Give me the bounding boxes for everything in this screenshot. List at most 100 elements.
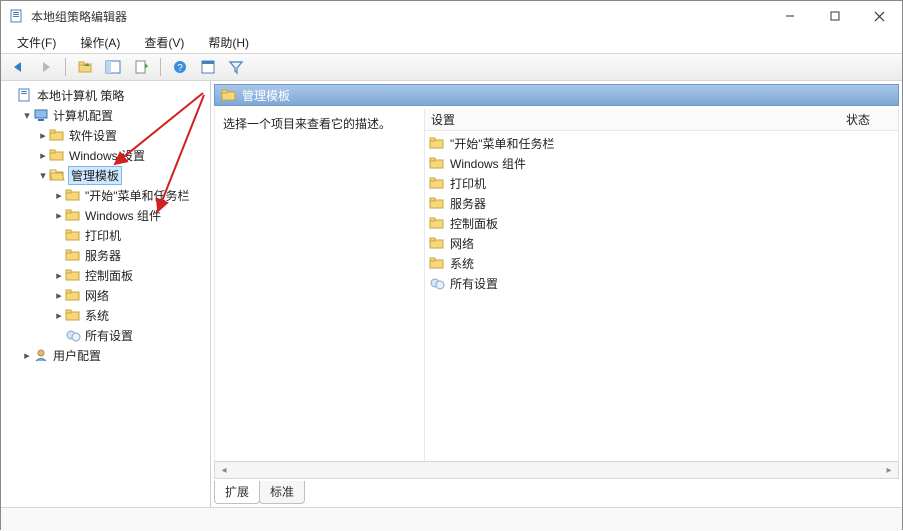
tree-label: 本地计算机 策略 bbox=[37, 87, 124, 104]
tree-windows-settings[interactable]: ▸ Windows 设置 bbox=[1, 145, 210, 165]
description-column: 选择一个项目来查看它的描述。 bbox=[215, 109, 425, 461]
maximize-button[interactable] bbox=[812, 1, 857, 31]
folder-icon bbox=[429, 215, 445, 231]
tree-control-panel[interactable]: ▸ 控制面板 bbox=[1, 265, 210, 285]
list-item-windows-components[interactable]: Windows 组件 bbox=[425, 153, 898, 173]
tree-label: "开始"菜单和任务栏 bbox=[85, 187, 190, 204]
menu-action[interactable]: 操作(A) bbox=[70, 32, 130, 53]
tree-printers[interactable]: 打印机 bbox=[1, 225, 210, 245]
tree-system[interactable]: ▸ 系统 bbox=[1, 305, 210, 325]
folder-icon bbox=[429, 235, 445, 251]
tree-all-settings[interactable]: 所有设置 bbox=[1, 325, 210, 345]
tree-label: 系统 bbox=[85, 307, 109, 324]
folder-icon bbox=[65, 287, 81, 303]
content-pane: 管理模板 选择一个项目来查看它的描述。 设置 状态 "开始"菜单和任务栏 bbox=[211, 81, 902, 507]
settings-icon bbox=[65, 327, 81, 343]
scroll-left-icon[interactable]: ◂ bbox=[217, 463, 231, 477]
chevron-right-icon[interactable]: ▸ bbox=[53, 309, 65, 322]
list-item-label: 打印机 bbox=[450, 175, 486, 192]
tree-user-config[interactable]: ▸ 用户配置 bbox=[1, 345, 210, 365]
tree-label: 网络 bbox=[85, 287, 109, 304]
list-item-label: 所有设置 bbox=[450, 275, 498, 292]
scroll-right-icon[interactable]: ▸ bbox=[882, 463, 896, 477]
tab-extended[interactable]: 扩展 bbox=[214, 481, 260, 504]
list-item-network[interactable]: 网络 bbox=[425, 233, 898, 253]
help-button[interactable]: ? bbox=[169, 56, 191, 78]
column-status[interactable]: 状态 bbox=[818, 111, 898, 128]
tree-servers[interactable]: 服务器 bbox=[1, 245, 210, 265]
content-header: 管理模板 bbox=[214, 84, 899, 106]
export-button[interactable] bbox=[130, 56, 152, 78]
settings-icon bbox=[429, 275, 445, 291]
tree-pane[interactable]: 本地计算机 策略 ▾ 计算机配置 ▸ 软件设置 ▸ Windows 设置 ▾ 管… bbox=[1, 81, 211, 507]
chevron-right-icon[interactable]: ▸ bbox=[53, 189, 65, 202]
chevron-right-icon[interactable]: ▸ bbox=[53, 209, 65, 222]
svg-text:?: ? bbox=[177, 63, 183, 74]
content-body: 选择一个项目来查看它的描述。 设置 状态 "开始"菜单和任务栏 Windows … bbox=[214, 109, 899, 461]
list-header[interactable]: 设置 状态 bbox=[425, 109, 898, 131]
horizontal-scrollbar[interactable]: ◂ ▸ bbox=[214, 461, 899, 479]
list-item-label: 网络 bbox=[450, 235, 474, 252]
window-title: 本地组策略编辑器 bbox=[31, 8, 767, 25]
user-icon bbox=[33, 347, 49, 363]
toolbar-separator bbox=[160, 58, 161, 76]
tree-computer-config[interactable]: ▾ 计算机配置 bbox=[1, 105, 210, 125]
folder-icon bbox=[429, 135, 445, 151]
tree-admin-templates[interactable]: ▾ 管理模板 bbox=[1, 165, 210, 185]
folder-icon bbox=[65, 187, 81, 203]
chevron-right-icon[interactable]: ▸ bbox=[37, 149, 49, 162]
tree-label: 软件设置 bbox=[69, 127, 117, 144]
folder-icon bbox=[65, 307, 81, 323]
tree-windows-components[interactable]: ▸ Windows 组件 bbox=[1, 205, 210, 225]
list-body[interactable]: "开始"菜单和任务栏 Windows 组件 打印机 服务器 bbox=[425, 131, 898, 461]
folder-icon bbox=[429, 255, 445, 271]
list-column: 设置 状态 "开始"菜单和任务栏 Windows 组件 打印机 bbox=[425, 109, 898, 461]
tree-label: 管理模板 bbox=[69, 167, 121, 184]
tree-root[interactable]: 本地计算机 策略 bbox=[1, 85, 210, 105]
list-item-printers[interactable]: 打印机 bbox=[425, 173, 898, 193]
tree-label: 计算机配置 bbox=[53, 107, 113, 124]
content-header-title: 管理模板 bbox=[242, 87, 290, 104]
toolbar: ? bbox=[1, 53, 902, 81]
tab-standard[interactable]: 标准 bbox=[259, 481, 305, 504]
list-item-all-settings[interactable]: 所有设置 bbox=[425, 273, 898, 293]
list-item-system[interactable]: 系统 bbox=[425, 253, 898, 273]
chevron-right-icon[interactable]: ▸ bbox=[21, 349, 33, 362]
minimize-button[interactable] bbox=[767, 1, 812, 31]
description-text: 选择一个项目来查看它的描述。 bbox=[223, 117, 391, 131]
chevron-right-icon[interactable]: ▸ bbox=[53, 289, 65, 302]
tabs-bottom: 扩展 标准 bbox=[214, 481, 899, 504]
list-item-control-panel[interactable]: 控制面板 bbox=[425, 213, 898, 233]
toolbar-separator bbox=[65, 58, 66, 76]
chevron-down-icon[interactable]: ▾ bbox=[21, 109, 33, 122]
folder-open-icon bbox=[49, 167, 65, 183]
menu-view[interactable]: 查看(V) bbox=[134, 32, 194, 53]
computer-icon bbox=[33, 107, 49, 123]
scroll-thumb[interactable] bbox=[231, 464, 882, 476]
tree-network[interactable]: ▸ 网络 bbox=[1, 285, 210, 305]
tree-label: 服务器 bbox=[85, 247, 121, 264]
close-button[interactable] bbox=[857, 1, 902, 31]
show-hide-tree-button[interactable] bbox=[102, 56, 124, 78]
menu-help[interactable]: 帮助(H) bbox=[198, 32, 259, 53]
folder-icon bbox=[429, 195, 445, 211]
policy-icon bbox=[17, 87, 33, 103]
tree-start-taskbar[interactable]: ▸ "开始"菜单和任务栏 bbox=[1, 185, 210, 205]
up-button[interactable] bbox=[74, 56, 96, 78]
tree-software-settings[interactable]: ▸ 软件设置 bbox=[1, 125, 210, 145]
list-item-start-taskbar[interactable]: "开始"菜单和任务栏 bbox=[425, 133, 898, 153]
list-item-label: 服务器 bbox=[450, 195, 486, 212]
list-item-servers[interactable]: 服务器 bbox=[425, 193, 898, 213]
folder-icon bbox=[429, 155, 445, 171]
list-item-label: "开始"菜单和任务栏 bbox=[450, 135, 555, 152]
chevron-right-icon[interactable]: ▸ bbox=[37, 129, 49, 142]
filter-button[interactable] bbox=[225, 56, 247, 78]
tree-label: 打印机 bbox=[85, 227, 121, 244]
menu-file[interactable]: 文件(F) bbox=[7, 32, 66, 53]
properties-button[interactable] bbox=[197, 56, 219, 78]
column-setting[interactable]: 设置 bbox=[425, 111, 818, 128]
forward-button[interactable] bbox=[35, 56, 57, 78]
back-button[interactable] bbox=[7, 56, 29, 78]
chevron-down-icon[interactable]: ▾ bbox=[37, 169, 49, 182]
chevron-right-icon[interactable]: ▸ bbox=[53, 269, 65, 282]
